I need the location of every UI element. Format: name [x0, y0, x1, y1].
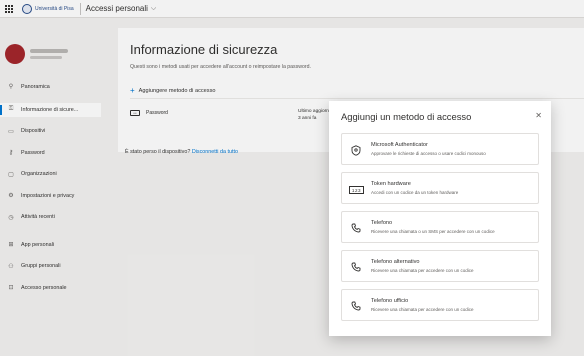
- option-description: Ricevere una chiamata o un SMS per acced…: [371, 229, 495, 234]
- add-method-dialog: Aggiungi un metodo di accesso ✕ Microsof…: [329, 101, 551, 336]
- option-description: Ricevere una chiamata per accedere con u…: [371, 307, 474, 312]
- dialog-title: Aggiungi un metodo di accesso: [341, 111, 472, 122]
- phone-icon: [349, 260, 363, 274]
- option-phone[interactable]: Telefono Ricevere una chiamata o un SMS …: [341, 211, 539, 243]
- option-description: Approvare le richieste di accesso o usar…: [371, 151, 486, 156]
- option-alternate-phone[interactable]: Telefono alternativo Ricevere una chiama…: [341, 250, 539, 282]
- option-office-phone[interactable]: Telefono ufficio Ricevere una chiamata p…: [341, 289, 539, 321]
- token-123-icon: 123: [349, 186, 364, 194]
- phone-icon: [349, 221, 363, 235]
- option-title: Telefono ufficio: [371, 298, 409, 304]
- authenticator-lock-icon: [349, 143, 363, 157]
- close-icon[interactable]: ✕: [535, 111, 542, 120]
- option-microsoft-authenticator[interactable]: Microsoft Authenticator Approvare le ric…: [341, 133, 539, 165]
- option-description: Ricevere una chiamata per accedere con u…: [371, 268, 474, 273]
- option-title: Token hardware: [371, 181, 411, 187]
- option-hardware-token[interactable]: 123 Token hardware Accedi con un codice …: [341, 172, 539, 204]
- option-description: Accedi con un codice da un token hardwar…: [371, 190, 459, 195]
- option-title: Telefono alternativo: [371, 259, 420, 265]
- option-title: Microsoft Authenticator: [371, 142, 428, 148]
- phone-icon: [349, 299, 363, 313]
- option-title: Telefono: [371, 220, 393, 226]
